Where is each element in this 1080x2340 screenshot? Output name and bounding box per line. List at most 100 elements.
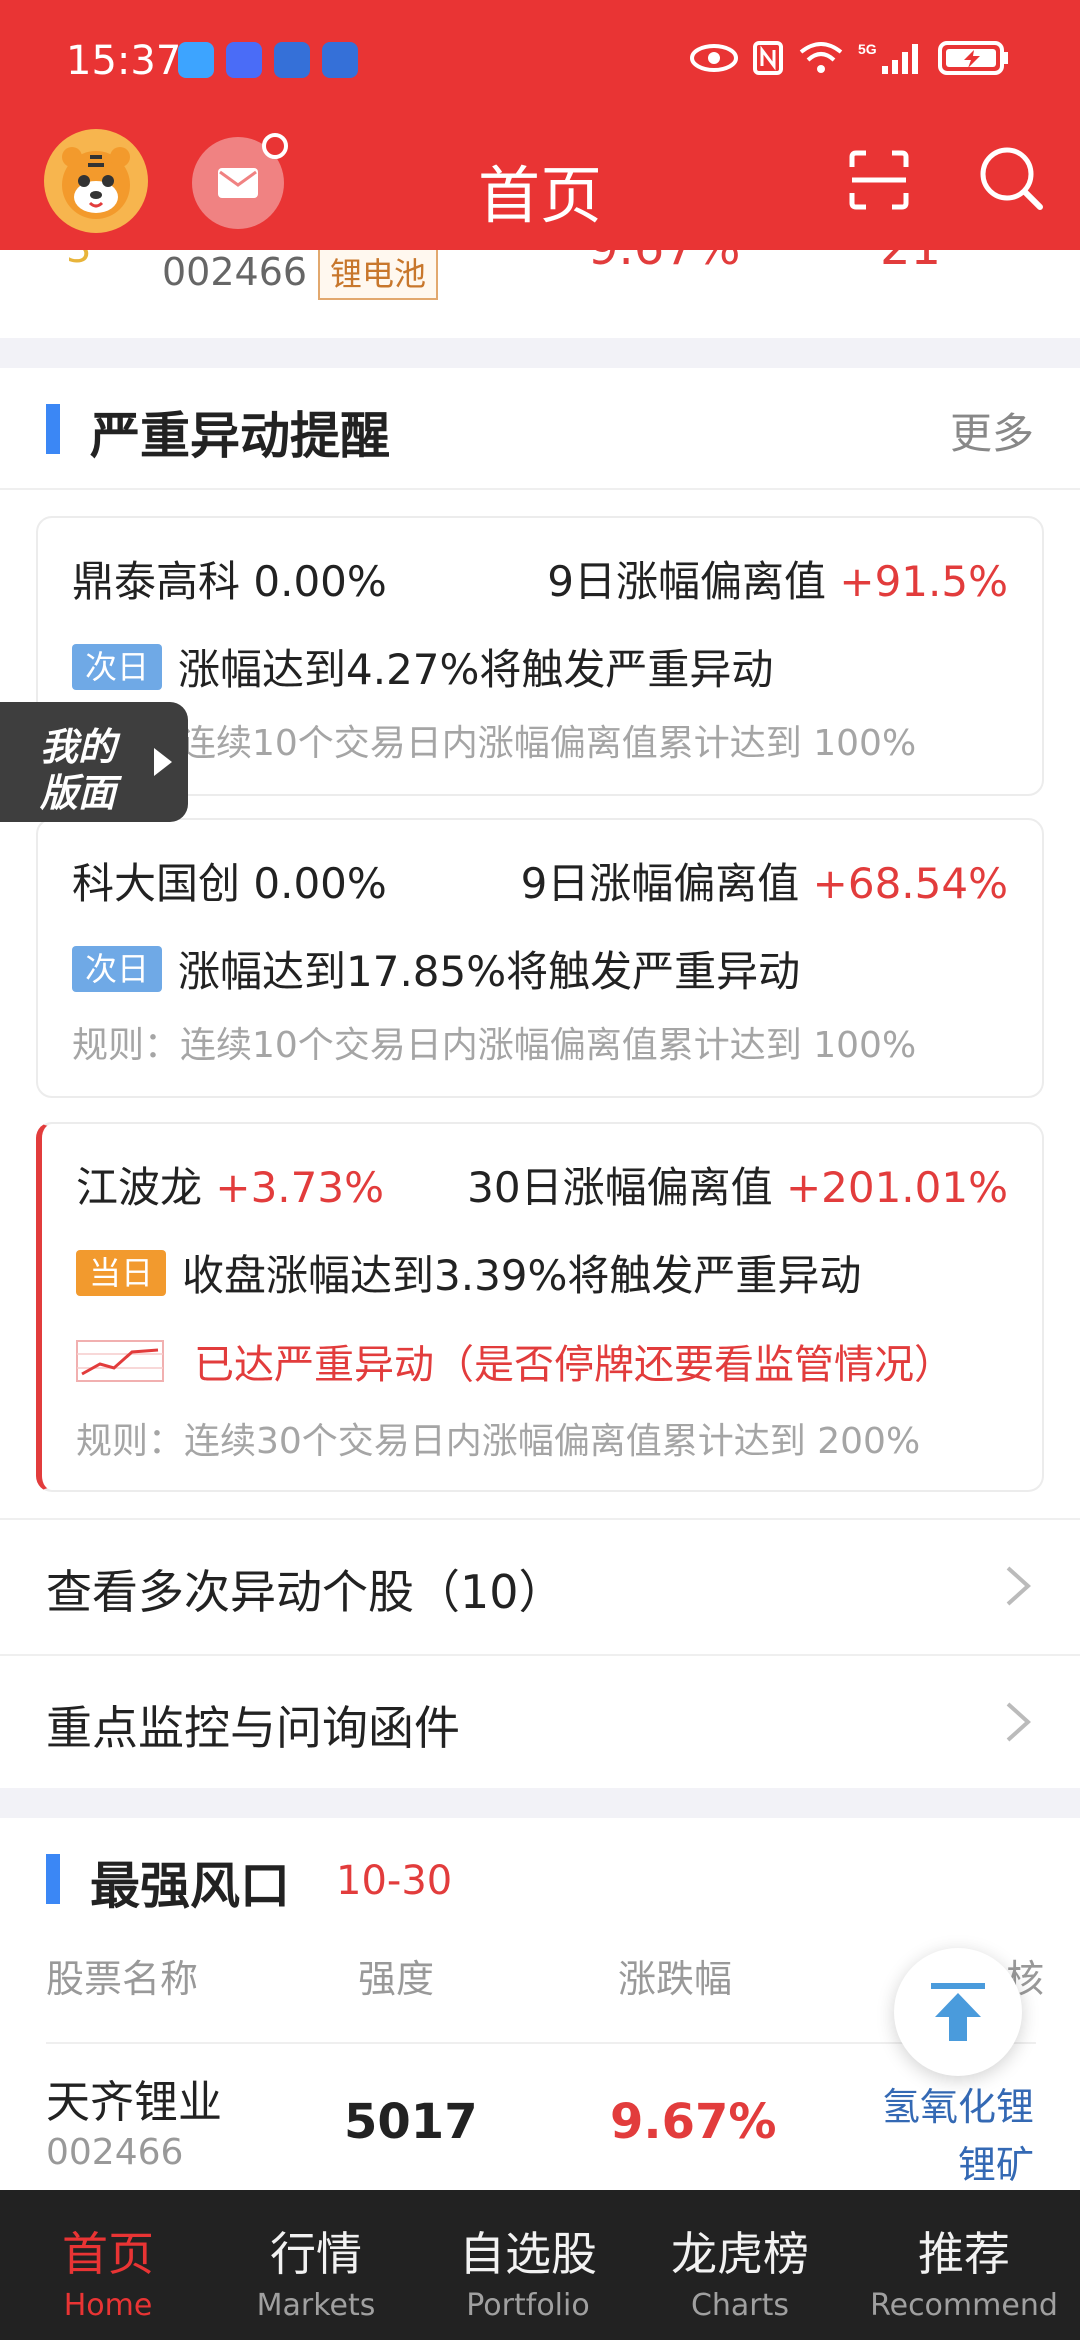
tab-home[interactable]: 首页 Home [0,2190,216,2340]
nav-row: 首页 [0,125,1080,250]
deviation-label: 9日涨幅偏离值 [547,557,827,606]
chevron-right-icon [1006,1566,1031,1606]
search-button[interactable] [978,145,1044,211]
alert-card[interactable]: 科大国创 0.00% 9日涨幅偏离值 +68.54% 次日 涨幅达到17.85%… [36,818,1044,1098]
section-date: 10-30 [336,1858,453,1904]
col-stock-name[interactable]: 股票名称 [46,1948,198,2003]
play-arrow-icon [154,748,172,776]
stock-name: 科大国创 [72,859,241,908]
app-icon [322,42,358,78]
trigger-line: 次日 涨幅达到17.85%将触发严重异动 [72,938,800,999]
concept-tag[interactable]: 锂电池 [318,248,439,300]
status-bar: 15:37 5G [0,0,1080,120]
status-icons: 5G [690,40,1010,80]
tab-label-en: Home [63,2288,153,2323]
next-day-tag: 次日 [72,643,162,690]
more-link[interactable]: 更多 [950,400,1034,461]
deviation-label: 30日涨幅偏离值 [467,1163,773,1212]
deviation-line: 9日涨幅偏离值 +91.5% [547,548,1008,609]
same-day-tag: 当日 [76,1249,166,1296]
svg-text:5G: 5G [858,41,877,57]
baidu-icon [226,42,262,78]
5g-signal-icon: 5G [858,40,924,80]
trigger-text: 收盘涨幅达到3.39%将触发严重异动 [182,1251,862,1300]
arrow-up-to-top-icon [931,1983,985,2041]
monitor-letters-label: 重点监控与问询函件 [46,1701,460,1755]
section-header: 最强风口 10-30 [0,1818,1080,1930]
tab-label-cn: 自选股 [459,2227,597,2281]
multi-abnormal-link[interactable]: 查看多次异动个股（10） [0,1518,1080,1652]
section-title: 严重异动提醒 [90,407,390,465]
stock-name: 江波龙 [76,1163,203,1212]
trigger-text: 涨幅达到4.27%将触发严重异动 [178,645,774,694]
page-title: 首页 [477,159,602,232]
deviation-line: 30日涨幅偏离值 +201.01% [467,1154,1008,1215]
tab-label-en: Recommend [870,2288,1058,2323]
tab-label-cn: 龙虎榜 [671,2227,809,2281]
battery-charging-icon [938,40,1010,80]
bottom-nav: 首页 Home 行情 Markets 自选股 Portfolio 龙虎榜 Cha… [0,2190,1080,2340]
stock-name-line: 科大国创 0.00% [72,850,387,911]
deviation-label: 9日涨幅偏离值 [520,859,800,908]
app-header: 15:37 5G 首页 [0,0,1080,250]
nfc-icon [752,40,784,80]
change-pct: 9.67% [610,2094,777,2150]
scan-icon [849,150,909,210]
table-row[interactable]: 天齐锂业 002466 5017 9.67% 氢氧化锂 锂矿 [0,2054,1080,2194]
col-strength[interactable]: 强度 [358,1948,434,2003]
alert-card-triggered[interactable]: 江波龙 +3.73% 30日涨幅偏离值 +201.01% 当日 收盘涨幅达到3.… [36,1122,1044,1492]
eye-icon [690,43,738,77]
concept-link[interactable]: 氢氧化锂 [882,2076,1034,2131]
stock-pct: 0.00% [253,557,387,606]
tab-portfolio[interactable]: 自选股 Portfolio [420,2190,636,2340]
deviation-value: +91.5% [839,557,1008,606]
stock-name-line: 鼎泰高科 0.00% [72,548,387,609]
chevron-right-icon [1006,1702,1031,1742]
tab-label-cn: 首页 [62,2227,154,2281]
search-icon [980,147,1043,210]
tab-label-en: Charts [690,2288,790,2323]
monitor-letters-link[interactable]: 重点监控与问询函件 [0,1654,1080,1788]
stock-name-line: 江波龙 +3.73% [76,1154,384,1215]
triggered-alert-text: 已达严重异动（是否停牌还要看监管情况） [194,1342,954,1388]
concept-link[interactable]: 锂矿 [958,2134,1034,2189]
my-layout-line2: 版面 [40,771,117,815]
stock-name: 天齐锂业 [46,2077,222,2128]
back-to-top-button[interactable] [894,1948,1022,2076]
scan-button[interactable] [848,149,910,211]
stock-code: 002466 [162,250,308,294]
trigger-line: 当日 收盘涨幅达到3.39%将触发严重异动 [76,1242,861,1303]
tab-label-en: Markets [256,2288,376,2323]
triggered-alert-line: 已达严重异动（是否停牌还要看监管情况） [76,1332,954,1390]
section-header: 严重异动提醒 更多 [0,368,1080,490]
trend-chart-icon [76,1340,164,1382]
wifi-icon [798,40,844,80]
tab-charts[interactable]: 龙虎榜 Charts [632,2190,848,2340]
rule-text: 规则：连续10个交易日内涨幅偏离值累计达到 100% [72,723,917,764]
strength-value: 5017 [344,2094,478,2150]
divider [46,2042,1036,2044]
section-accent-bar [46,404,60,454]
message-icon [178,42,214,78]
status-time: 15:37 [66,38,182,84]
tab-label-cn: 推荐 [918,2227,1010,2281]
trigger-line: 次日 涨幅达到4.27%将触发严重异动 [72,636,773,697]
deviation-value: +201.01% [785,1163,1008,1212]
rule-text: 规则：连续30个交易日内涨幅偏离值累计达到 200% [76,1421,921,1462]
col-change[interactable]: 涨跌幅 [618,1948,732,2003]
stock-name: 鼎泰高科 [72,557,241,606]
app-icon [274,42,310,78]
tab-label-en: Portfolio [466,2288,590,2323]
trigger-text: 涨幅达到17.85%将触发严重异动 [178,947,801,996]
deviation-line: 9日涨幅偏离值 +68.54% [521,850,1008,911]
severe-alerts-section: 严重异动提醒 更多 鼎泰高科 0.00% 9日涨幅偏离值 +91.5% 次日 涨… [0,368,1080,1788]
my-layout-button[interactable]: 我的 版面 [0,702,188,822]
tab-recommend[interactable]: 推荐 Recommend [856,2190,1072,2340]
prev-list-row[interactable]: 3 002466 锂电池 9.67% 21 [0,220,1080,338]
stock-pct: 0.00% [253,859,387,908]
multi-abnormal-label: 查看多次异动个股（10） [46,1565,565,1619]
rule-text: 规则：连续10个交易日内涨幅偏离值累计达到 100% [72,1025,917,1066]
next-day-tag: 次日 [72,945,162,992]
section-accent-bar [46,1854,60,1904]
tab-markets[interactable]: 行情 Markets [208,2190,424,2340]
